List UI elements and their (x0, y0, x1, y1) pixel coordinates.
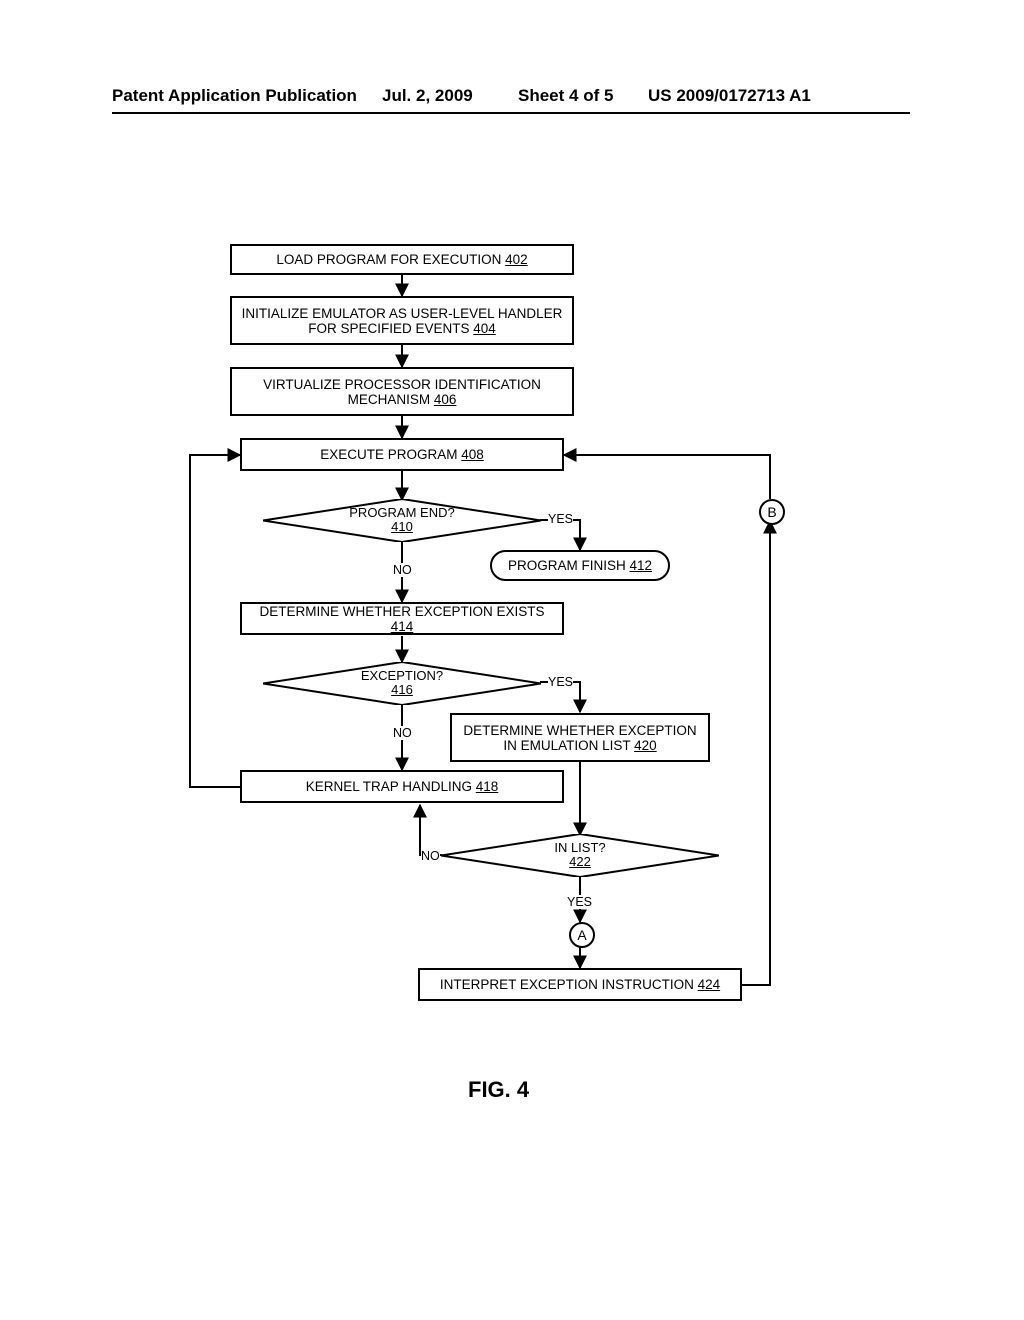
node-408-box: EXECUTE PROGRAM 408 (240, 438, 564, 471)
node-418-text: KERNEL TRAP HANDLING 418 (306, 779, 499, 794)
node-406-text: VIRTUALIZE PROCESSOR IDENTIFICATION MECH… (238, 377, 566, 407)
node-404-box: INITIALIZE EMULATOR AS USER-LEVEL HANDLE… (230, 296, 574, 345)
flow-edges (0, 0, 1024, 1200)
node-418-box: KERNEL TRAP HANDLING 418 (240, 770, 564, 803)
node-404-text: INITIALIZE EMULATOR AS USER-LEVEL HANDLE… (238, 306, 566, 336)
node-422-diamond: IN LIST? 422 (441, 834, 719, 877)
node-412-text: PROGRAM FINISH 412 (508, 558, 652, 573)
connector-B: B (759, 499, 785, 525)
edge-422-yes: YES (567, 895, 592, 909)
node-414-text: DETERMINE WHETHER EXCEPTION EXISTS 414 (248, 604, 556, 634)
edge-410-no: NO (393, 563, 412, 577)
node-402-box: LOAD PROGRAM FOR EXECUTION 402 (230, 244, 574, 275)
connector-A: A (569, 922, 595, 948)
node-406-box: VIRTUALIZE PROCESSOR IDENTIFICATION MECH… (230, 367, 574, 416)
edge-416-no: NO (393, 726, 412, 740)
node-414-box: DETERMINE WHETHER EXCEPTION EXISTS 414 (240, 602, 564, 635)
node-424-text: INTERPRET EXCEPTION INSTRUCTION 424 (440, 977, 720, 992)
edge-416-yes: YES (548, 675, 573, 689)
flowchart: LOAD PROGRAM FOR EXECUTION 402 INITIALIZ… (0, 0, 1024, 1200)
node-420-box: DETERMINE WHETHER EXCEPTION IN EMULATION… (450, 713, 710, 762)
node-424-box: INTERPRET EXCEPTION INSTRUCTION 424 (418, 968, 742, 1001)
node-412-box: PROGRAM FINISH 412 (490, 550, 670, 581)
figure-caption: FIG. 4 (468, 1077, 529, 1103)
node-402-text: LOAD PROGRAM FOR EXECUTION 402 (276, 252, 527, 267)
node-410-diamond: PROGRAM END? 410 (263, 499, 541, 542)
node-420-text: DETERMINE WHETHER EXCEPTION IN EMULATION… (458, 723, 702, 753)
edge-422-no: NO (421, 849, 440, 863)
node-416-diamond: EXCEPTION? 416 (263, 662, 541, 705)
edge-410-yes: YES (548, 512, 573, 526)
node-408-text: EXECUTE PROGRAM 408 (320, 447, 484, 462)
